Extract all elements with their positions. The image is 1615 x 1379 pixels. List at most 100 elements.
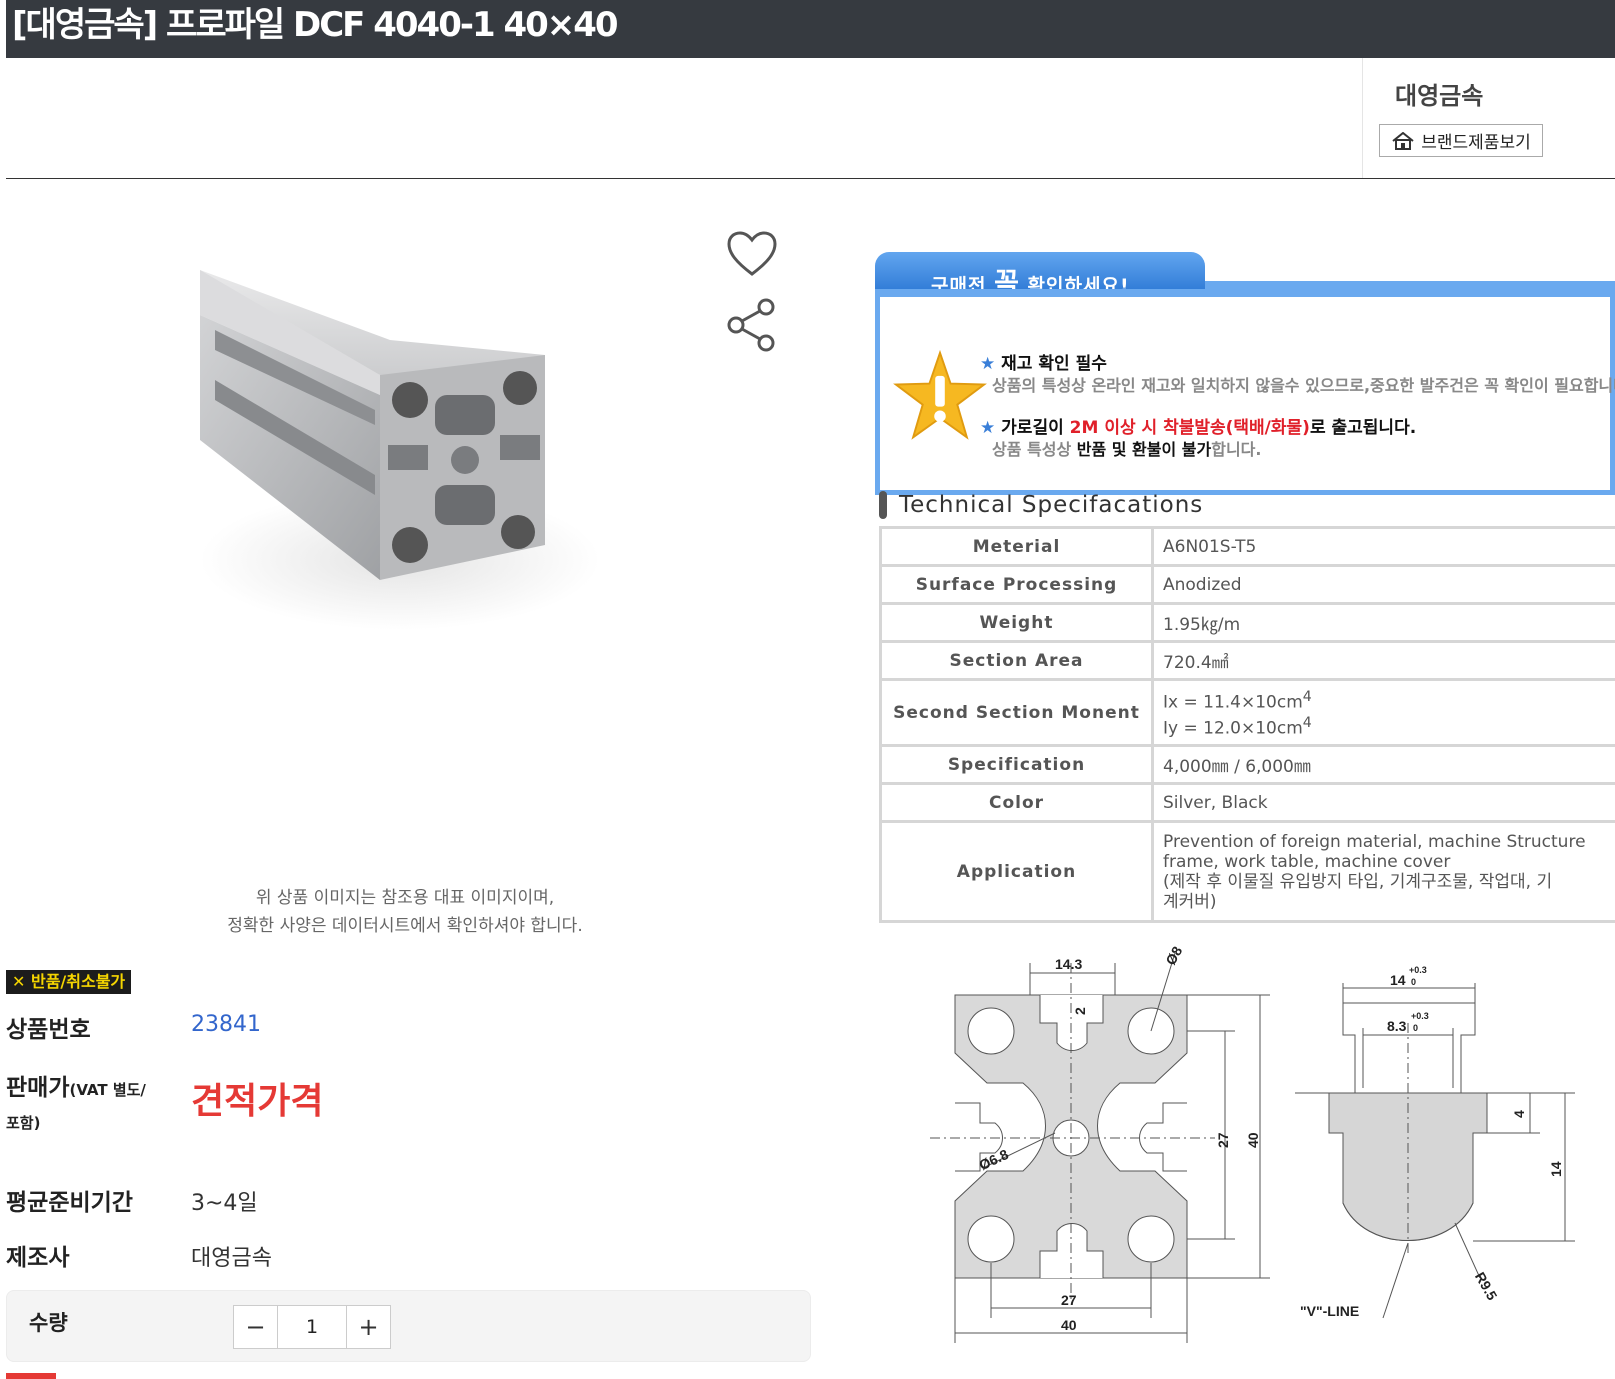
notice-tab: 구매전 꼭 확인하세요! xyxy=(875,252,1205,299)
spec-key: Application xyxy=(879,820,1154,923)
heart-icon[interactable] xyxy=(726,230,778,278)
notice-line1: ★ 재고 확인 필수 xyxy=(980,349,1107,374)
notice-line3: ★ 가로길이 2M 이상 시 착불발송(택배/화물)로 출고됩니다. xyxy=(980,413,1416,438)
spec-app-line3: (제작 후 이물질 유입방지 타입, 기계구조물, 작업대, 기 xyxy=(1163,871,1553,892)
spec-value: 1.95㎏/m xyxy=(1151,602,1615,643)
spec-key: Specification xyxy=(879,744,1154,785)
table-row: Surface Processing Anodized xyxy=(879,564,1615,605)
lead-time-label: 평균준비기간 xyxy=(6,1190,133,1216)
spec-key: Surface Processing xyxy=(879,564,1154,605)
technical-drawing: 14.3 2 Ø8 Ø6.8 27 40 27 40 14 +0.3 0 8.3… xyxy=(930,943,1575,1343)
brand-button-label: 브랜드제품보기 xyxy=(1421,133,1531,153)
warning-star-icon xyxy=(893,349,987,440)
quantity-increase-button[interactable]: + xyxy=(346,1306,390,1348)
spec-key: Color xyxy=(879,782,1154,823)
table-row: Weight 1.95㎏/m xyxy=(879,602,1615,643)
notice-line3-post: 로 출고됩니다. xyxy=(1309,418,1417,438)
price-label: 판매가(VAT 별도/ xyxy=(6,1068,146,1102)
share-icon[interactable] xyxy=(726,298,778,354)
table-row: Color Silver, Black xyxy=(879,782,1615,823)
product-code-value: 23841 xyxy=(191,1012,261,1037)
spec-value: Anodized xyxy=(1151,564,1615,605)
product-code-label: 상품번호 xyxy=(6,1017,91,1043)
dim-8-3-tolerance: +0.3 xyxy=(1411,1011,1429,1021)
spec-title-bar xyxy=(879,491,887,519)
image-note-line2: 정확한 사양은 데이터시트에서 확인하셔야 합니다. xyxy=(227,916,583,936)
spec-app-line4: 계커버) xyxy=(1163,891,1217,912)
spec-value: 4,000㎜ / 6,000㎜ xyxy=(1151,744,1615,785)
image-disclaimer: 위 상품 이미지는 참조용 대표 이미지이며, 정확한 사양은 데이터시트에서 … xyxy=(160,884,650,940)
notice-bullet-2: ★ xyxy=(980,418,996,438)
dim-4: 4 xyxy=(1511,1110,1527,1118)
table-row: Section Area 720.4㎟ xyxy=(879,640,1615,681)
dim-27-vertical: 27 xyxy=(1215,1132,1231,1148)
brand-products-button[interactable]: 브랜드제품보기 xyxy=(1379,124,1543,157)
quantity-decrease-button[interactable]: − xyxy=(234,1306,278,1348)
notice-line2: 상품의 특성상 온라인 재고와 일치하지 않을수 있으므로,중요한 발주건은 꼭… xyxy=(992,376,1615,395)
spec-moment-ix: Ix = 11.4×10cm4 xyxy=(1163,687,1615,713)
table-row: Specification 4,000㎜ / 6,000㎜ xyxy=(879,744,1615,785)
image-note-line1: 위 상품 이미지는 참조용 대표 이미지이며, xyxy=(255,888,555,908)
maker-label: 제조사 xyxy=(6,1245,70,1271)
spec-value: Ix = 11.4×10cm4 Iy = 12.0×10cm4 xyxy=(1151,678,1615,747)
maker-value: 대영금속 xyxy=(191,1246,272,1271)
dim-08: Ø8 xyxy=(1162,943,1185,967)
price-label-main: 판매가 xyxy=(6,1075,70,1101)
dim-14-tolerance: +0.3 xyxy=(1409,965,1427,975)
spec-moment-ix-sup: 4 xyxy=(1302,688,1312,705)
spec-key: Weight xyxy=(879,602,1154,643)
notice-box: ★ 재고 확인 필수 상품의 특성상 온라인 재고와 일치하지 않을수 있으므로… xyxy=(875,289,1615,495)
price-value: 견적가격 xyxy=(191,1081,324,1122)
spec-table: Meterial A6N01S-T5 Surface Processing Anod… xyxy=(879,526,1615,923)
price-label-vat: (VAT 별도/ xyxy=(69,1081,146,1099)
spec-moment-ix-text: Ix = 11.4×10cm xyxy=(1163,692,1303,713)
dim-14-tolerance-zero: 0 xyxy=(1411,977,1416,987)
tab-indicator xyxy=(6,1373,56,1379)
home-icon xyxy=(1392,131,1414,150)
table-row: Application Prevention of foreign materi… xyxy=(879,820,1615,923)
notice-line4-post: 합니다. xyxy=(1211,440,1262,459)
dim-8-3: 8.3 xyxy=(1387,1018,1407,1034)
notice-line3-pre: 가로길이 xyxy=(1001,418,1064,438)
lead-time-value: 3~4일 xyxy=(191,1191,258,1216)
notice-line4: 상품 특성상 반품 및 환불이 불가합니다. xyxy=(992,436,1261,460)
spec-moment-iy-text: Iy = 12.0×10cm xyxy=(1163,718,1303,739)
title-bar: [대영금속] 프로파일 DCF 4040-1 40×40 xyxy=(6,0,1615,58)
product-title: [대영금속] 프로파일 DCF 4040-1 40×40 xyxy=(12,5,619,45)
v-line-label: "V"-LINE xyxy=(1300,1303,1359,1319)
notice-line4-dark: 반품 및 환불이 불가 xyxy=(1076,440,1212,459)
spec-title: Technical Specifacations xyxy=(879,490,1203,520)
spec-key: Second Section Monent xyxy=(879,678,1154,747)
quantity-label: 수량 xyxy=(29,1311,68,1335)
notice-line3-red: 2M 이상 시 착불발송(택배/화물) xyxy=(1069,418,1310,438)
dim-14-3: 14.3 xyxy=(1055,956,1082,972)
notice-line4-pre: 상품 특성상 xyxy=(992,440,1072,459)
spec-value: Prevention of foreign material, machine … xyxy=(1151,820,1615,923)
notice-line1-text: 재고 확인 필수 xyxy=(1001,354,1107,374)
dim-40-horizontal: 40 xyxy=(1061,1317,1077,1333)
dim-r9-5: R9.5 xyxy=(1472,1269,1501,1303)
notice-bullet-1: ★ xyxy=(980,354,996,374)
price-label-line2: 포함) xyxy=(6,1114,41,1132)
product-image xyxy=(200,270,600,630)
dim-8-3-tolerance-zero: 0 xyxy=(1413,1023,1418,1033)
quantity-panel: 수량 − + xyxy=(6,1290,811,1362)
spec-moment-iy-sup: 4 xyxy=(1302,714,1312,731)
no-return-badge: ✕ 반품/취소불가 xyxy=(6,970,132,994)
spec-value: A6N01S-T5 xyxy=(1151,526,1615,567)
dim-40-vertical: 40 xyxy=(1245,1132,1261,1148)
brand-panel: 대영금속 브랜드제품보기 xyxy=(1362,58,1615,178)
spec-key: Section Area xyxy=(879,640,1154,681)
quantity-input[interactable] xyxy=(278,1306,346,1348)
table-row: Second Section Monent Ix = 11.4×10cm4 Iy… xyxy=(879,678,1615,747)
spec-title-text: Technical Specifacations xyxy=(899,492,1204,518)
spec-app-line2: frame, work table, machine cover xyxy=(1163,851,1451,872)
dim-27-horizontal: 27 xyxy=(1061,1292,1077,1308)
dim-2: 2 xyxy=(1072,1007,1088,1015)
quantity-stepper: − + xyxy=(233,1305,391,1349)
spec-value: Silver, Black xyxy=(1151,782,1615,823)
dim-14: 14 xyxy=(1390,972,1406,988)
brand-name: 대영금속 xyxy=(1395,82,1484,110)
spec-app-line1: Prevention of foreign material, machine … xyxy=(1163,831,1586,852)
spec-key: Meterial xyxy=(879,526,1154,567)
